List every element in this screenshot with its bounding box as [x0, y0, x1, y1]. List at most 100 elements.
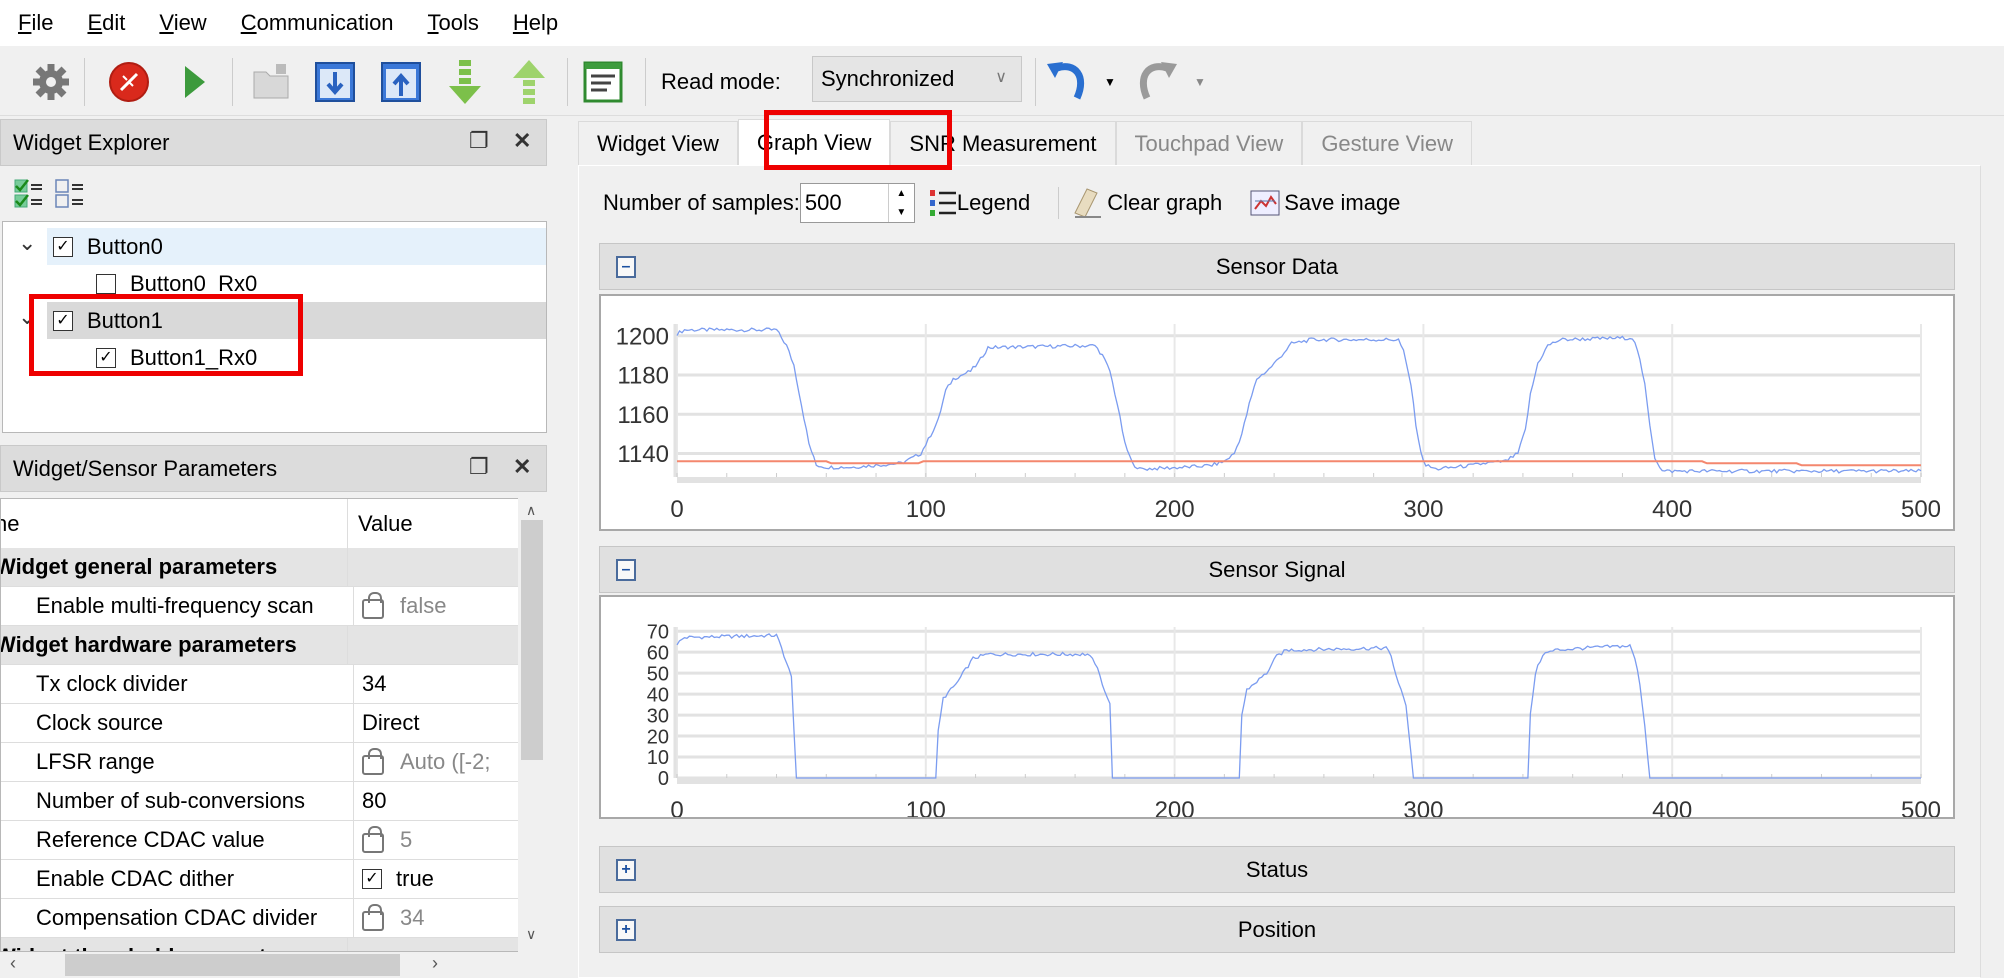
collapse-icon[interactable]: –: [616, 256, 636, 278]
parameter-row[interactable]: Tx clock divider 34: [1, 665, 519, 704]
checkbox[interactable]: [96, 273, 116, 294]
checkbox[interactable]: ✓: [53, 310, 73, 331]
checkbox[interactable]: ✓: [53, 236, 73, 257]
gear-icon[interactable]: [27, 58, 75, 106]
parameter-group[interactable]: Widget threshold parameters: [1, 938, 519, 951]
close-icon[interactable]: ✕: [513, 454, 531, 480]
close-icon[interactable]: ✕: [513, 128, 531, 154]
tree-item[interactable]: ✓ Button1: [47, 302, 546, 339]
parameter-value[interactable]: ✓ true: [354, 860, 519, 898]
read-from-device-icon[interactable]: [311, 58, 359, 106]
tab-snr-measurement[interactable]: SNR Measurement: [890, 121, 1116, 165]
column-header-value[interactable]: Value: [348, 499, 513, 548]
menu-help[interactable]: Help: [513, 10, 558, 36]
vertical-scroll-thumb[interactable]: [521, 520, 543, 760]
parameter-value-text: 34: [362, 671, 387, 696]
tree-item[interactable]: Button0_Rx0: [3, 265, 546, 302]
samples-stepper[interactable]: 500 ▲ ▼: [799, 183, 915, 223]
scroll-up-icon[interactable]: ∧: [526, 502, 536, 519]
tab-gesture-view: Gesture View: [1302, 121, 1472, 165]
parameter-value[interactable]: Direct: [354, 704, 519, 742]
tree-item[interactable]: ✓ Button0: [47, 228, 546, 265]
parameter-value[interactable]: 34: [354, 665, 519, 703]
parameter-value[interactable]: Auto ([-2;: [354, 743, 519, 781]
parameter-value-text: true: [396, 866, 434, 891]
open-folder-icon[interactable]: [248, 58, 296, 106]
expand-chevron-icon[interactable]: ⌄: [18, 230, 36, 256]
parameter-group[interactable]: Widget hardware parameters: [1, 626, 519, 665]
parameter-row[interactable]: LFSR range Auto ([-2;: [1, 743, 519, 782]
menu-file[interactable]: File: [18, 10, 53, 36]
x-tick-label: 0: [670, 496, 683, 523]
tree-item-label: Button1: [87, 307, 163, 333]
sensor-signal-plot: 0102030405060700 100 200 300 400 500: [647, 621, 1941, 824]
decrement-icon[interactable]: ▼: [896, 207, 906, 218]
import-icon[interactable]: [441, 58, 489, 106]
log-icon[interactable]: [579, 58, 627, 106]
expand-chevron-icon[interactable]: ⌄: [18, 304, 36, 330]
y-tick-label: 1200: [616, 323, 669, 350]
float-panel-icon[interactable]: ❐: [469, 128, 489, 154]
sensor-signal-section-header[interactable]: – Sensor Signal: [599, 546, 1955, 593]
checkbox[interactable]: ✓: [96, 347, 116, 368]
sensor-signal-chart: 0 10 20 30 40 50 60 70 0 100 200 300 400 500: [599, 595, 1955, 824]
horizontal-scroll-thumb[interactable]: [65, 954, 400, 976]
write-to-device-icon[interactable]: [377, 58, 425, 106]
tab-touchpad-view: Touchpad View: [1115, 121, 1303, 165]
sensor-data-section-header[interactable]: – Sensor Data: [599, 243, 1955, 290]
increment-icon[interactable]: ▲: [896, 188, 906, 199]
sensor-data-chart: 1140 1160 1180 1200 0 100 200 300 400 500: [599, 294, 1955, 531]
redo-icon: [1133, 58, 1181, 106]
parameter-value[interactable]: false: [354, 587, 519, 625]
scroll-down-icon[interactable]: ∨: [526, 926, 536, 943]
parameter-row[interactable]: Enable multi-frequency scan false: [1, 587, 519, 626]
x-tick-label: 200: [1155, 797, 1195, 817]
menu-edit[interactable]: Edit: [87, 10, 125, 36]
tab-widget-view[interactable]: Widget View: [578, 121, 738, 165]
parameter-value-text: 34: [400, 905, 425, 930]
parameter-value[interactable]: 34: [354, 899, 519, 937]
legend-button[interactable]: Legend: [929, 188, 1030, 218]
read-mode-select[interactable]: Synchronized ∨: [812, 56, 1022, 102]
export-icon[interactable]: [505, 58, 553, 106]
x-tick-label: 300: [1403, 496, 1443, 523]
checkbox[interactable]: ✓: [362, 869, 382, 889]
expand-icon[interactable]: +: [616, 859, 636, 881]
uncheck-all-icon[interactable]: [55, 178, 85, 216]
clear-graph-button[interactable]: Clear graph: [1058, 187, 1222, 219]
parameter-value[interactable]: 5: [354, 821, 519, 859]
tree-item[interactable]: ✓ Button1_Rx0: [3, 339, 546, 376]
column-header-name[interactable]: ne: [1, 499, 348, 548]
x-tick-label: 200: [1155, 496, 1195, 523]
stop-icon[interactable]: [105, 58, 153, 106]
menu-communication[interactable]: Communication: [241, 10, 394, 36]
collapse-icon[interactable]: –: [616, 559, 636, 581]
position-section-header[interactable]: + Position: [599, 906, 1955, 953]
parameter-row[interactable]: Compensation CDAC divider 34: [1, 899, 519, 938]
parameter-value[interactable]: 80: [354, 782, 519, 820]
parameter-row[interactable]: Clock source Direct: [1, 704, 519, 743]
parameter-name: Compensation CDAC divider: [1, 899, 354, 937]
check-all-icon[interactable]: [14, 178, 44, 216]
play-icon[interactable]: [170, 58, 218, 106]
parameter-row[interactable]: Reference CDAC value 5: [1, 821, 519, 860]
y-tick-label: 1140: [617, 441, 669, 468]
parameter-group[interactable]: Widget general parameters: [1, 548, 519, 587]
scroll-right-icon[interactable]: ›: [432, 953, 438, 974]
parameter-row[interactable]: Enable CDAC dither ✓ true: [1, 860, 519, 899]
status-section-header[interactable]: + Status: [599, 846, 1955, 893]
undo-icon[interactable]: [1043, 58, 1091, 106]
scroll-left-icon[interactable]: ‹: [10, 953, 16, 974]
menu-tools[interactable]: Tools: [428, 10, 479, 36]
float-panel-icon[interactable]: ❐: [469, 454, 489, 480]
x-tick-label: 300: [1403, 797, 1443, 817]
tab-graph-view[interactable]: Graph View: [737, 119, 891, 165]
menu-view[interactable]: View: [159, 10, 206, 36]
expand-icon[interactable]: +: [616, 919, 636, 941]
read-mode-label: Read mode:: [661, 69, 781, 94]
samples-value[interactable]: 500: [805, 190, 842, 216]
save-image-button[interactable]: Save image: [1250, 189, 1400, 217]
undo-dropdown-icon[interactable]: ▼: [1098, 58, 1122, 106]
parameter-row[interactable]: Number of sub-conversions 80: [1, 782, 519, 821]
status-title: Status: [1245, 856, 1309, 882]
